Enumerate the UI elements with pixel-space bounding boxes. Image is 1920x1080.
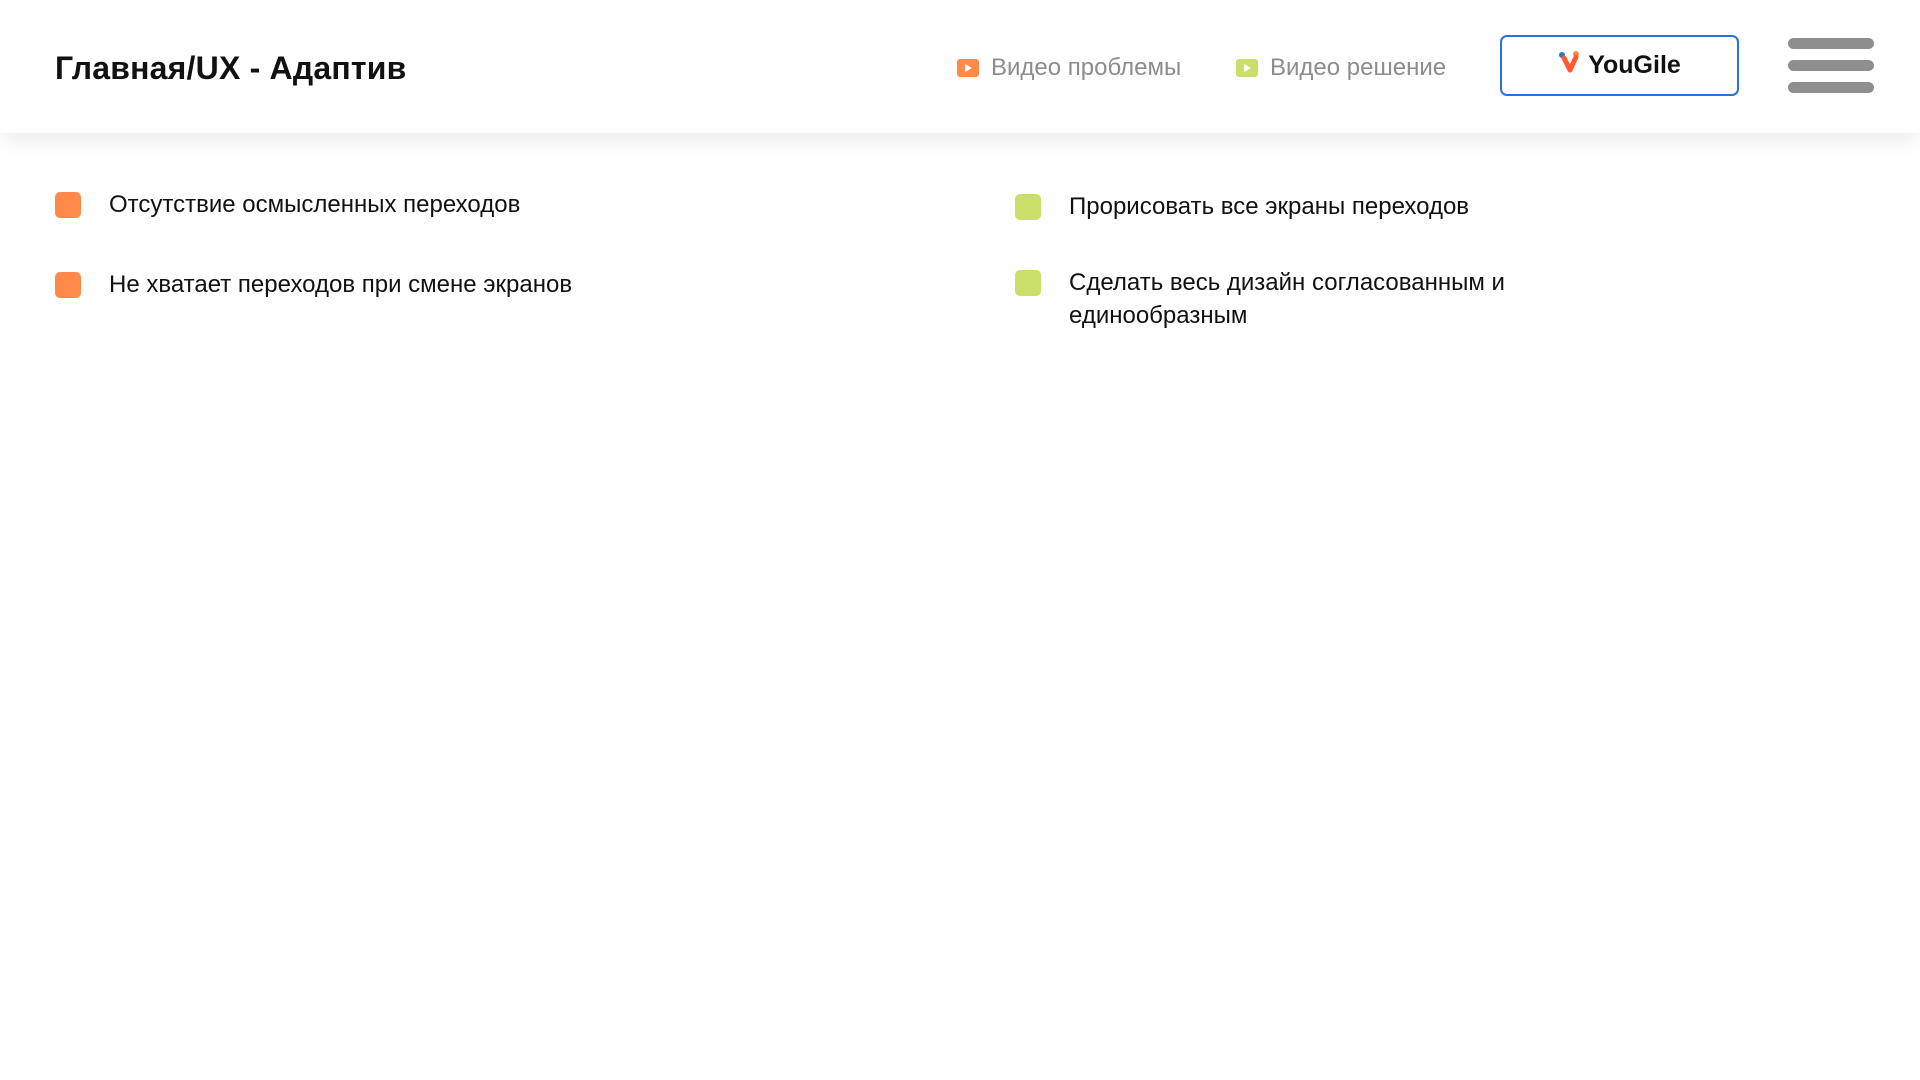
yougile-label: YouGile xyxy=(1588,51,1681,79)
yougile-button[interactable]: YouGile xyxy=(1500,35,1739,96)
video-problem-label: Видео проблемы xyxy=(991,54,1182,81)
hamburger-menu-icon[interactable] xyxy=(1788,38,1874,96)
solution-item: Прорисовать все экраны переходов xyxy=(1015,193,1589,223)
solution-marker xyxy=(1015,194,1041,220)
problem-marker xyxy=(55,272,81,298)
menu-bar xyxy=(1788,38,1874,49)
video-solution-label: Видео решение xyxy=(1270,54,1447,81)
top-header: Главная/UX - Адаптив Видео проблемы Виде… xyxy=(0,0,1920,133)
problem-text: Не хватает переходов при смене экранов xyxy=(109,271,573,298)
solution-item: Сделать весь дизайн согласованным и един… xyxy=(1015,269,1549,332)
play-icon-problem xyxy=(957,59,979,77)
yougile-logo-icon xyxy=(1558,50,1582,81)
menu-bar xyxy=(1788,60,1874,71)
problem-item: Отсутствие осмысленных переходов xyxy=(55,191,709,221)
solution-marker xyxy=(1015,270,1041,296)
problem-marker xyxy=(55,192,81,218)
video-solution-link[interactable]: Видео решение xyxy=(1236,54,1446,82)
video-problem-link[interactable]: Видео проблемы xyxy=(957,54,1181,82)
page-title: Главная/UX - Адаптив xyxy=(55,50,407,86)
play-icon-solution xyxy=(1236,59,1258,77)
menu-bar xyxy=(1788,82,1874,93)
problem-item: Не хватает переходов при смене экранов xyxy=(55,271,709,301)
solution-text: Сделать весь дизайн согласованным и един… xyxy=(1069,269,1505,329)
problem-text: Отсутствие осмысленных переходов xyxy=(109,191,521,218)
solution-text: Прорисовать все экраны переходов xyxy=(1069,193,1470,220)
